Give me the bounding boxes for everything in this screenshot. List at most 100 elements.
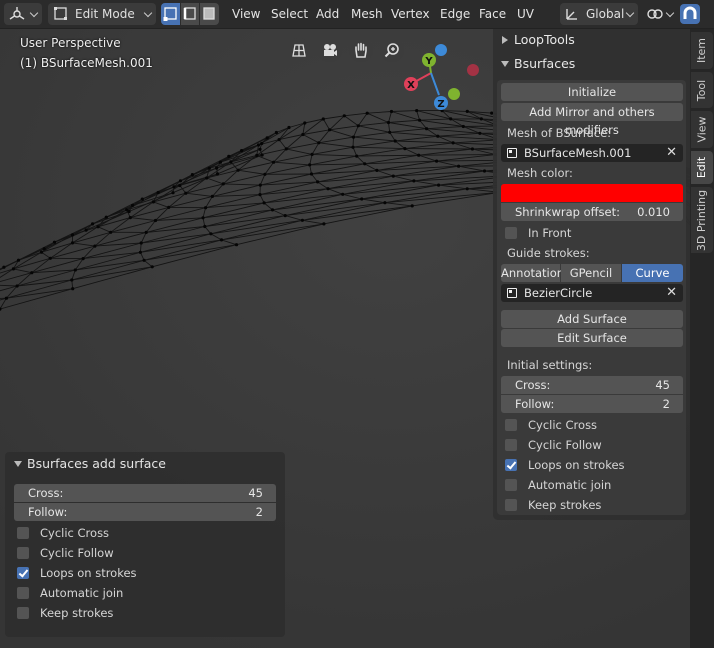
- menu-mesh[interactable]: Mesh: [346, 3, 388, 25]
- pan-hand-icon: [355, 42, 367, 58]
- gizmo-neg-x: [467, 64, 479, 76]
- tab-tool[interactable]: Tool: [691, 72, 713, 108]
- vertex-select-icon: [163, 7, 177, 21]
- close-icon[interactable]: ✕: [666, 284, 677, 302]
- camera-icon: [324, 44, 337, 56]
- looptools-panel-header[interactable]: LoopTools: [493, 29, 690, 51]
- bsurfaces-panel-body: Initialize Add Mirror and others modifie…: [497, 80, 686, 515]
- sidebar-tabs: Item Tool View Edit 3D Printing: [690, 29, 714, 648]
- gizmo-neg-z: [435, 44, 447, 56]
- guide-tab-gpencil[interactable]: GPencil: [561, 264, 621, 282]
- transform-orientation-dropdown[interactable]: Global: [560, 3, 638, 25]
- checkbox-empty-icon: [505, 439, 517, 451]
- mesh-data-icon: [507, 148, 517, 158]
- link-icon: [647, 9, 663, 19]
- orientation-label: Global: [586, 7, 625, 21]
- initial-settings-label: Initial settings:: [507, 358, 593, 372]
- checkbox-checked-icon: [505, 459, 517, 471]
- checkbox-empty-icon: [505, 419, 517, 431]
- snap-button[interactable]: [680, 4, 700, 24]
- object-label: (1) BSurfaceMesh.001: [20, 56, 153, 70]
- checkbox-empty-icon: [17, 547, 29, 559]
- chevron-down-icon: [625, 8, 635, 18]
- close-icon[interactable]: ✕: [666, 144, 677, 162]
- menu-add[interactable]: Add: [311, 3, 344, 25]
- add-mirror-button[interactable]: Add Mirror and others modifiers: [501, 103, 683, 137]
- gizmo-x-label: X: [407, 80, 415, 91]
- checkbox-empty-icon: [505, 479, 517, 491]
- vertex-select-button[interactable]: [161, 3, 180, 25]
- chevron-down-icon: [665, 8, 675, 18]
- gizmo-neg-y: [448, 88, 460, 100]
- orientation-icon: [566, 9, 577, 20]
- follow-field[interactable]: Follow: 2: [501, 395, 683, 413]
- mesh-color-swatch[interactable]: [501, 184, 683, 202]
- edit-mode-icon: [54, 7, 67, 20]
- face-select-button[interactable]: [200, 3, 219, 25]
- curve-data-icon: [507, 288, 517, 298]
- menu-uv[interactable]: UV: [512, 3, 539, 25]
- edit-surface-button[interactable]: Edit Surface: [501, 329, 683, 347]
- add-surface-button[interactable]: Add Surface: [501, 310, 683, 328]
- checkbox-empty-icon: [505, 499, 517, 511]
- checkbox-empty-icon: [17, 587, 29, 599]
- shrinkwrap-offset-field[interactable]: Shrinkwrap offset: 0.010: [501, 203, 683, 221]
- tab-3d-printing[interactable]: 3D Printing: [691, 187, 713, 253]
- op-cross-field[interactable]: Cross: 45: [14, 484, 276, 502]
- pan-view-button[interactable]: [349, 38, 373, 62]
- camera-view-button[interactable]: [318, 38, 342, 62]
- collapsed-arrow-icon: [502, 36, 508, 44]
- perspective-label: User Perspective: [20, 36, 121, 50]
- tab-edit[interactable]: Edit: [691, 151, 713, 184]
- face-select-icon: [203, 7, 215, 20]
- curve-field[interactable]: BezierCircle ✕: [501, 284, 683, 302]
- navigation-gizmo[interactable]: X Y Z: [400, 37, 490, 127]
- guide-tab-annotation[interactable]: Annotation: [501, 264, 564, 282]
- operator-panel-header[interactable]: Bsurfaces add surface: [5, 452, 285, 476]
- menu-edge[interactable]: Edge: [435, 3, 475, 25]
- tab-item[interactable]: Item: [691, 32, 713, 69]
- expanded-arrow-icon: [14, 461, 22, 467]
- mesh-label: Mesh of BSurface:: [507, 126, 612, 140]
- mesh-value: BSurfaceMesh.001: [524, 146, 632, 160]
- operator-title: Bsurfaces add surface: [27, 456, 166, 471]
- grid-view-icon: [292, 44, 306, 57]
- editor-type-button[interactable]: [4, 3, 42, 25]
- mesh-color-label: Mesh color:: [507, 166, 573, 180]
- menu-vertex[interactable]: Vertex: [386, 3, 435, 25]
- cross-field[interactable]: Cross: 45: [501, 376, 683, 394]
- op-follow-field[interactable]: Follow: 2: [14, 503, 276, 521]
- bsurfaces-panel-header[interactable]: Bsurfaces: [493, 53, 690, 75]
- mode-dropdown[interactable]: Edit Mode: [48, 3, 156, 25]
- tab-view[interactable]: View: [691, 111, 713, 148]
- chevron-down-icon: [29, 8, 39, 18]
- edge-select-button[interactable]: [181, 3, 199, 25]
- chevron-down-icon: [143, 8, 153, 18]
- checkbox-empty-icon: [17, 527, 29, 539]
- snap-magnet-icon: [683, 6, 697, 19]
- mode-label: Edit Mode: [75, 7, 135, 21]
- menu-face[interactable]: Face: [474, 3, 511, 25]
- edge-select-icon: [183, 7, 196, 20]
- expanded-arrow-icon: [501, 61, 509, 67]
- editor-type-icon: [9, 7, 25, 20]
- initialize-button[interactable]: Initialize: [501, 83, 683, 101]
- guide-tab-curve[interactable]: Curve: [622, 264, 683, 282]
- zoom-icon: [384, 43, 399, 58]
- operator-redo-panel: Bsurfaces add surface Cross: 45 Follow: …: [5, 452, 285, 637]
- shrinkwrap-value: 0.010: [637, 205, 670, 219]
- toggle-view-button[interactable]: [287, 38, 311, 62]
- pivot-dropdown[interactable]: [644, 3, 678, 25]
- shrinkwrap-label: Shrinkwrap offset:: [515, 205, 621, 219]
- menu-view[interactable]: View: [227, 3, 265, 25]
- viewport-header: Edit Mode View Select Add Mesh Vertex Edge Fac…: [0, 0, 714, 29]
- mesh-field[interactable]: BSurfaceMesh.001 ✕: [501, 144, 683, 162]
- select-mode-group: [161, 3, 219, 25]
- menu-select[interactable]: Select: [266, 3, 313, 25]
- checkbox-empty-icon: [17, 607, 29, 619]
- gizmo-y-label: Y: [424, 56, 433, 67]
- sidebar-panel: LoopTools Bsurfaces Initialize Add Mirro…: [493, 29, 690, 520]
- gizmo-z-label: Z: [437, 99, 444, 110]
- curve-value: BezierCircle: [524, 286, 593, 300]
- checkbox-checked-icon: [17, 567, 29, 579]
